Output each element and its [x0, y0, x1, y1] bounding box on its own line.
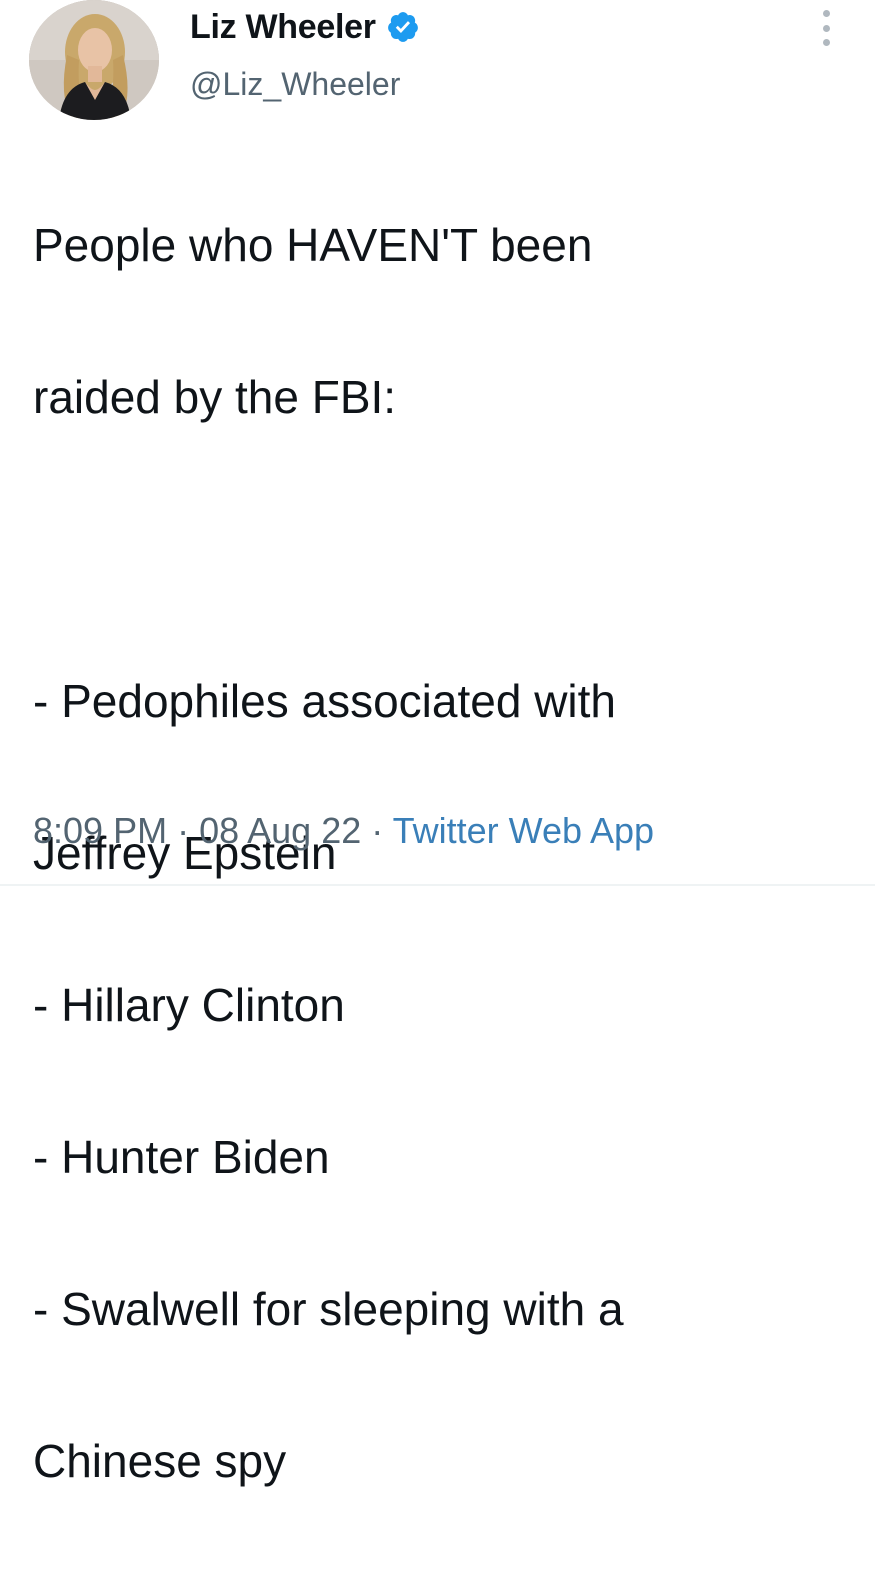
dot	[822, 24, 830, 32]
avatar[interactable]	[29, 0, 159, 120]
dot	[822, 10, 830, 17]
tweet-line: - Hunter Biden	[33, 1131, 330, 1183]
tweet-line: - Swalwell for sleeping with a	[33, 1283, 624, 1335]
tweet-line: raided by the FBI:	[33, 371, 397, 423]
separator: ·	[361, 810, 393, 851]
dot	[822, 39, 830, 46]
tweet-metadata: 8:09 PM · 08 Aug 22 · Twitter Web App	[33, 810, 654, 852]
more-options-icon[interactable]	[816, 10, 836, 46]
tweet-line: People who HAVEN'T been	[33, 219, 593, 271]
divider	[0, 884, 875, 886]
tweet-date[interactable]: 08 Aug 22	[199, 810, 361, 851]
profile-photo-icon	[29, 0, 159, 120]
verified-badge-icon	[386, 10, 420, 44]
author-name-row[interactable]: Liz Wheeler	[190, 8, 420, 46]
tweet-line: Chinese spy	[33, 1435, 287, 1487]
separator: ·	[167, 810, 200, 851]
tweet-time[interactable]: 8:09 PM	[33, 810, 167, 851]
tweet-line: - Hillary Clinton	[33, 979, 345, 1031]
author-handle[interactable]: @Liz_Wheeler	[190, 66, 400, 103]
display-name[interactable]: Liz Wheeler	[190, 8, 376, 47]
tweet-card: Liz Wheeler @Liz_Wheeler People who HAVE…	[0, 0, 875, 1487]
tweet-line	[33, 511, 843, 587]
tweet-line: - Pedophiles associated with	[33, 675, 616, 727]
tweet-text: People who HAVEN'T been raided by the FB…	[33, 131, 843, 1575]
tweet-source-link[interactable]: Twitter Web App	[393, 810, 654, 851]
